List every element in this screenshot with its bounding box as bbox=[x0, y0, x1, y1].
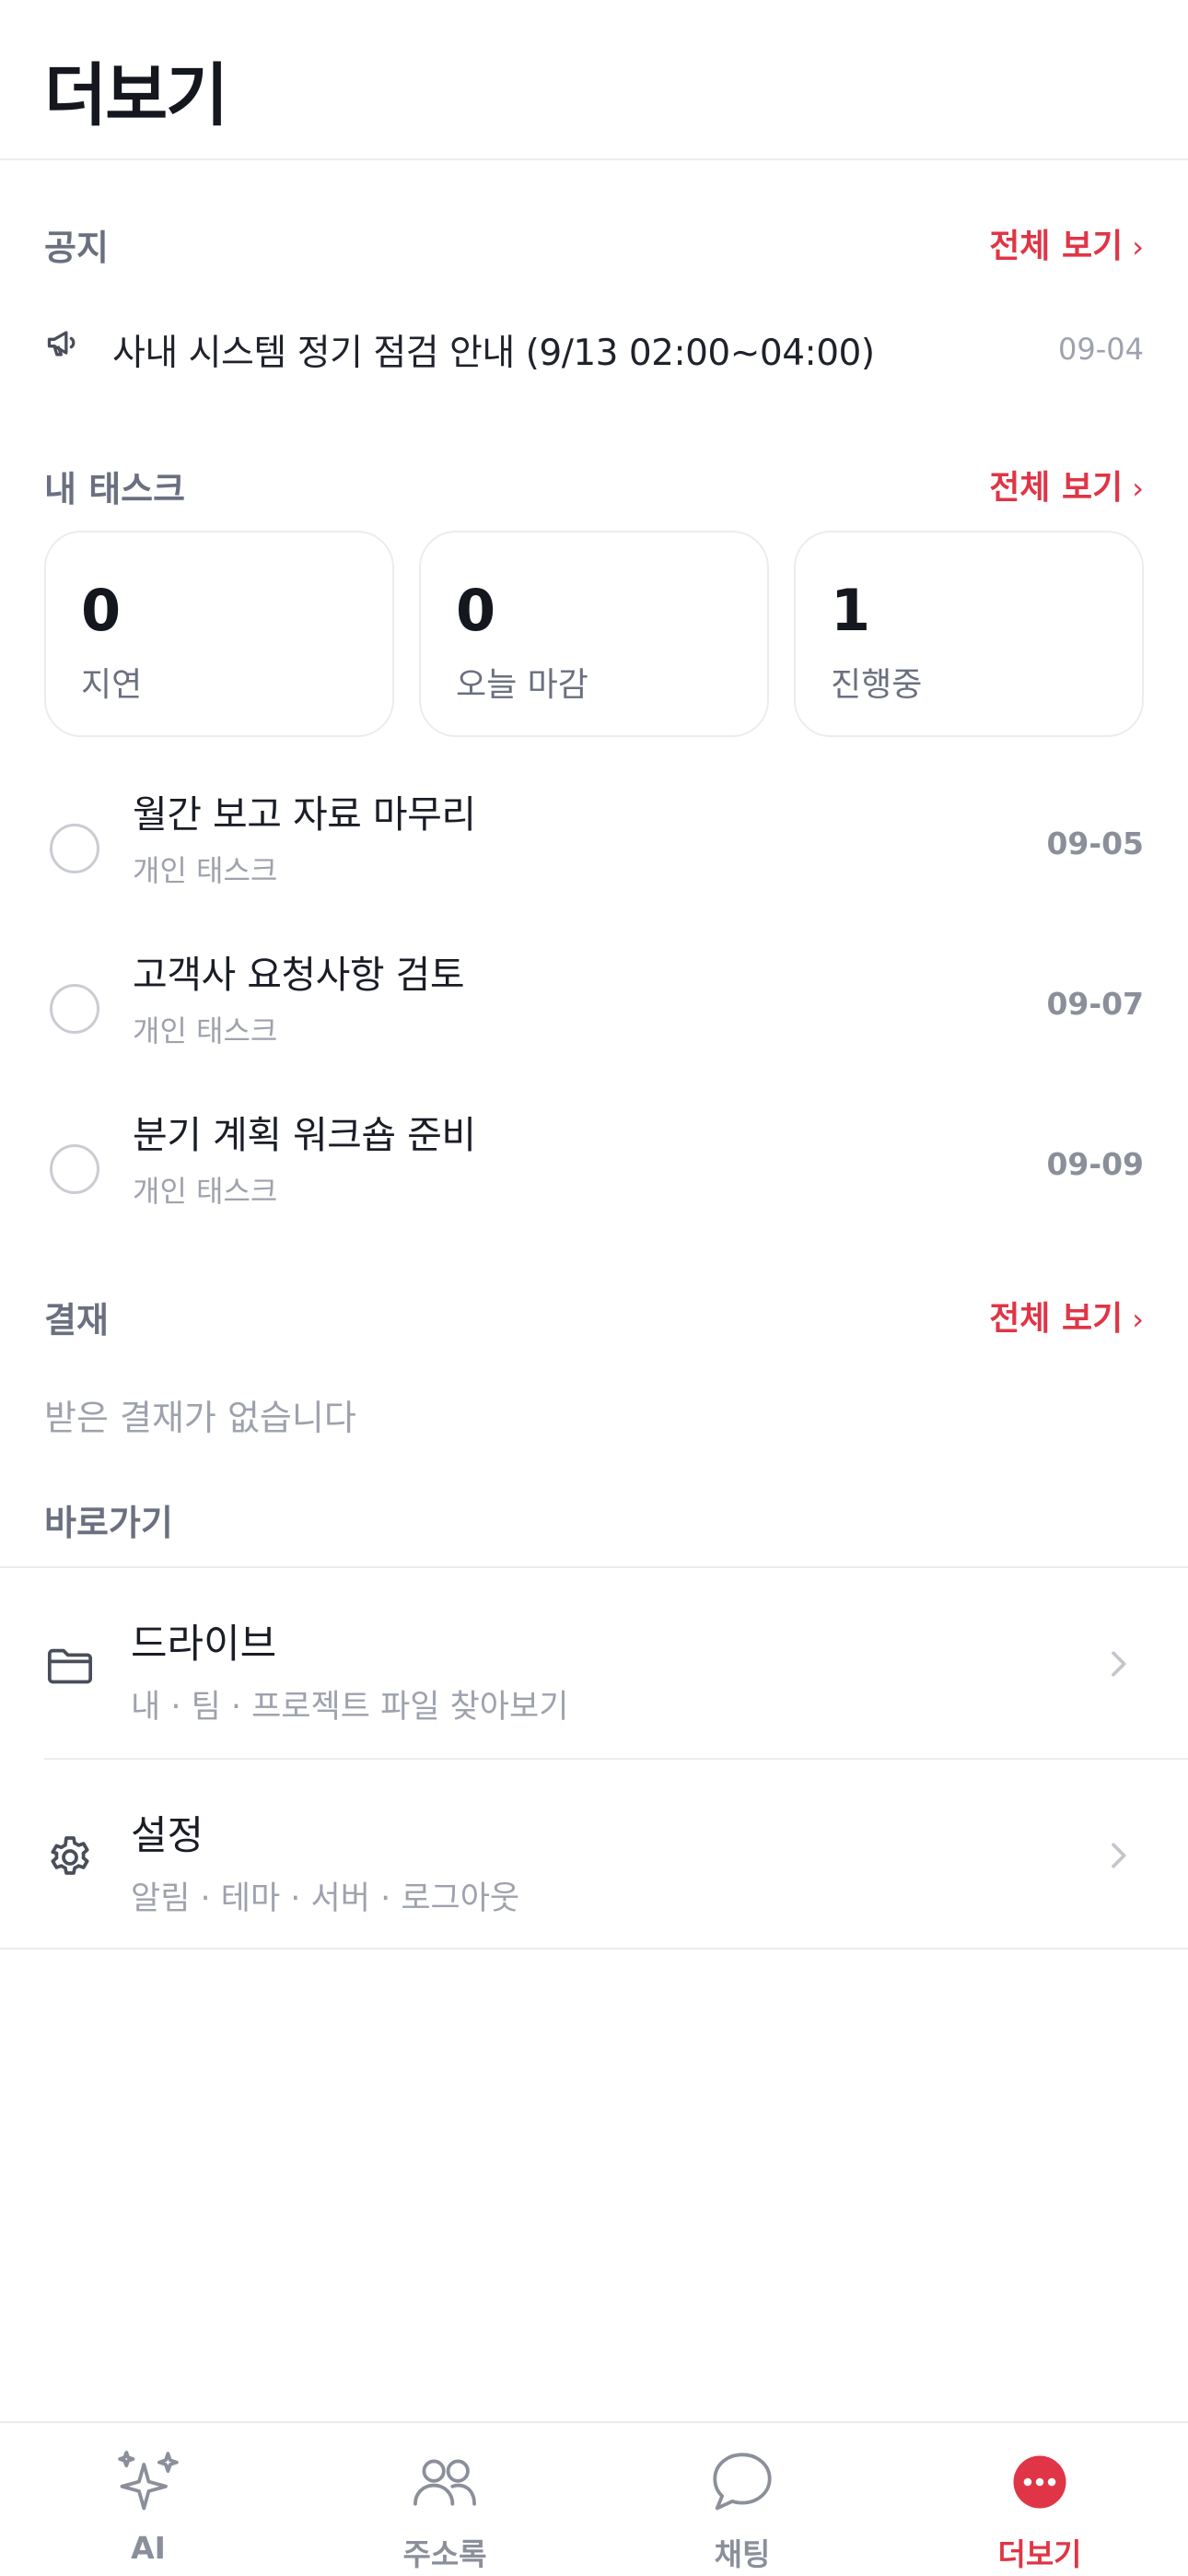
chevron-right-icon bbox=[1112, 1651, 1126, 1677]
task-subtitle: 개인 태스크 bbox=[133, 1013, 278, 1048]
chevron-right-icon: › bbox=[1132, 229, 1144, 264]
approval-see-all-label: 전체 보기 bbox=[989, 1300, 1124, 1338]
page-title: 더보기 bbox=[44, 56, 228, 135]
bottom-nav: AI 주소록 채팅 더보기 bbox=[0, 2421, 1188, 2576]
nav-item-chat[interactable]: 채팅 bbox=[594, 2423, 891, 2576]
task-date: 09-07 bbox=[1046, 986, 1144, 1022]
approval-section-title: 결재 bbox=[44, 1300, 109, 1341]
shortcut-drive[interactable]: 드라이브 내 · 팀 · 프로젝트 파일 찾아보기 bbox=[0, 1568, 1188, 1760]
shortcut-settings[interactable]: 설정 알림 · 테마 · 서버 · 로그아웃 bbox=[0, 1760, 1188, 1950]
task-checkbox[interactable] bbox=[50, 984, 99, 1034]
nav-label: 주소록 bbox=[402, 2536, 487, 2572]
tasks-section-title: 내 태스크 bbox=[44, 469, 186, 509]
stat-label: 진행중 bbox=[831, 666, 923, 704]
task-subtitle: 개인 태스크 bbox=[133, 853, 278, 888]
folder-icon bbox=[47, 1648, 93, 1684]
stat-card-in-progress[interactable]: 1 진행중 bbox=[794, 531, 1144, 737]
notice-section-title: 공지 bbox=[44, 228, 109, 268]
task-checkbox[interactable] bbox=[50, 1144, 99, 1194]
notice-see-all-label: 전체 보기 bbox=[989, 228, 1124, 265]
notice-see-all-link[interactable]: 전체 보기 › bbox=[989, 219, 1144, 267]
task-item[interactable]: 월간 보고 자료 마무리 개인 태스크 09-05 bbox=[44, 783, 1144, 921]
nav-item-more[interactable]: 더보기 bbox=[891, 2423, 1188, 2576]
task-item[interactable]: 분기 계획 워크숍 준비 개인 태스크 09-09 bbox=[44, 1104, 1144, 1242]
chat-bubble-icon bbox=[713, 2453, 772, 2511]
nav-item-contacts[interactable]: 주소록 bbox=[297, 2423, 593, 2576]
nav-item-ai[interactable]: AI bbox=[0, 2423, 297, 2576]
task-subtitle: 개인 태스크 bbox=[133, 1174, 278, 1209]
stat-value: 0 bbox=[81, 577, 122, 644]
chevron-right-icon: › bbox=[1132, 1302, 1144, 1337]
notice-item[interactable]: 사내 시스템 정기 점검 안내 (9/13 02:00~04:00) 09-04 bbox=[44, 313, 1144, 387]
task-date: 09-09 bbox=[1046, 1146, 1144, 1182]
shortcuts-section-title: 바로가기 bbox=[44, 1503, 173, 1543]
shortcuts-list: 드라이브 내 · 팀 · 프로젝트 파일 찾아보기 설정 알림 · 테마 · 서… bbox=[0, 1566, 1188, 1950]
more-dots-icon bbox=[1013, 2455, 1066, 2509]
shortcut-subtitle: 알림 · 테마 · 서버 · 로그아웃 bbox=[131, 1880, 520, 1917]
task-title: 분기 계획 워크숍 준비 bbox=[133, 1113, 476, 1157]
task-title: 월간 보고 자료 마무리 bbox=[133, 792, 476, 837]
contacts-icon bbox=[413, 2459, 476, 2506]
shortcut-subtitle: 내 · 팀 · 프로젝트 파일 찾아보기 bbox=[131, 1689, 569, 1726]
approval-empty-text: 받은 결재가 없습니다 bbox=[44, 1398, 356, 1438]
sparkles-icon bbox=[118, 2451, 179, 2511]
nav-label: AI bbox=[131, 2530, 166, 2566]
stat-card-due-today[interactable]: 0 오늘 마감 bbox=[419, 531, 769, 737]
more-page: 더보기 공지 전체 보기 › 사내 시스템 정기 점검 안내 (9/13 02:0… bbox=[0, 0, 1188, 2576]
shortcut-title: 설정 bbox=[131, 1813, 204, 1859]
tasks-see-all-link[interactable]: 전체 보기 › bbox=[989, 461, 1144, 509]
chevron-right-icon bbox=[1112, 1843, 1126, 1868]
stat-value: 1 bbox=[831, 577, 871, 644]
task-title: 고객사 요청사항 검토 bbox=[133, 953, 465, 997]
stat-value: 0 bbox=[456, 577, 496, 644]
nav-label: 더보기 bbox=[997, 2536, 1082, 2572]
task-checkbox[interactable] bbox=[50, 824, 99, 873]
gear-icon bbox=[51, 1836, 89, 1875]
nav-label: 채팅 bbox=[714, 2536, 771, 2572]
stat-card-overdue[interactable]: 0 지연 bbox=[44, 531, 394, 737]
shortcut-title: 드라이브 bbox=[131, 1622, 277, 1668]
stat-label: 지연 bbox=[81, 666, 143, 704]
stat-label: 오늘 마감 bbox=[456, 666, 588, 704]
chevron-right-icon: › bbox=[1132, 471, 1144, 506]
notice-title: 사내 시스템 정기 점검 안내 (9/13 02:00~04:00) bbox=[112, 333, 875, 374]
megaphone-icon bbox=[47, 331, 76, 357]
notice-date: 09-04 bbox=[1058, 332, 1144, 367]
header: 더보기 bbox=[0, 0, 1188, 160]
task-date: 09-05 bbox=[1046, 825, 1144, 861]
approval-see-all-link[interactable]: 전체 보기 › bbox=[989, 1292, 1144, 1340]
tasks-see-all-label: 전체 보기 bbox=[989, 469, 1124, 507]
task-item[interactable]: 고객사 요청사항 검토 개인 태스크 09-07 bbox=[44, 943, 1144, 1082]
